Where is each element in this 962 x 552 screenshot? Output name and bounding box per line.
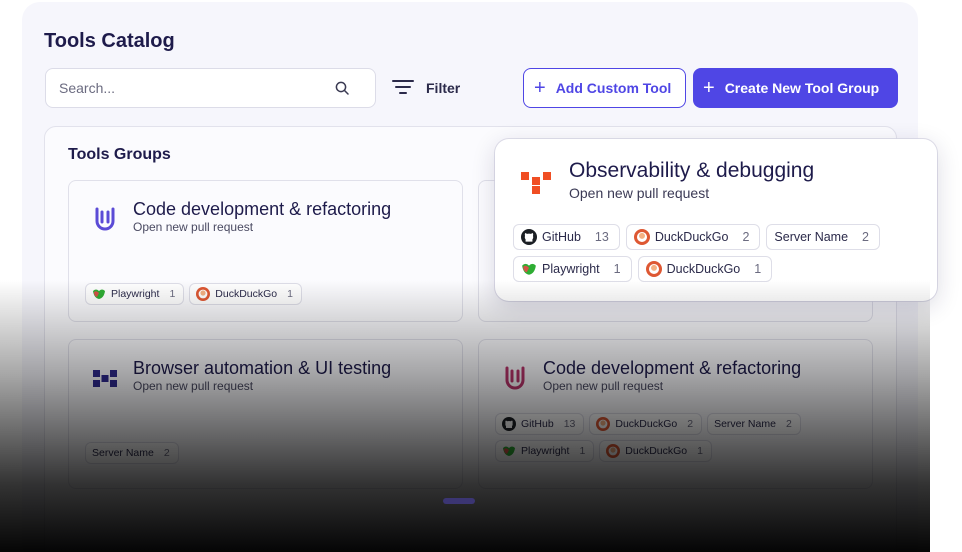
duckduckgo-icon — [633, 229, 650, 245]
search-box[interactable] — [45, 68, 376, 108]
github-icon — [521, 229, 537, 245]
tool-chip-list: Server Name 2 — [85, 442, 179, 464]
tool-chip[interactable]: Playwright 1 — [495, 440, 595, 462]
tool-groups-title: Tools Groups — [68, 146, 171, 163]
tool-chip-name: DuckDuckGo — [215, 288, 278, 300]
tool-chip-count: 2 — [862, 230, 869, 244]
tool-chip-count: 1 — [579, 445, 586, 457]
tool-chip-name: GitHub — [521, 418, 554, 430]
browser-automation-logo-icon — [83, 356, 127, 400]
tool-chip-count: 1 — [613, 262, 621, 276]
tool-chip[interactable]: Server Name 2 — [85, 442, 179, 464]
tools-catalog-screen: Tools Catalog Filter + Add Custom Tool +… — [0, 0, 962, 552]
add-custom-tool-button[interactable]: + Add Custom Tool — [523, 68, 686, 108]
card-subtitle: Open new pull request — [133, 379, 254, 393]
duckduckgo-icon — [645, 261, 662, 277]
tool-chip-name: Server Name — [714, 418, 776, 430]
carousel-indicator[interactable] — [443, 498, 475, 504]
tool-chip[interactable]: Server Name 2 — [707, 413, 801, 435]
tool-chip[interactable]: DuckDuckGo 2 — [589, 413, 703, 435]
tool-chip-name: DuckDuckGo — [654, 230, 729, 244]
code-dev-logo-icon — [83, 197, 127, 241]
tool-chip-count: 1 — [754, 262, 762, 276]
tool-chip-count: 2 — [742, 230, 750, 244]
tool-chip-name: DuckDuckGo — [666, 262, 741, 276]
tool-chip-count: 13 — [563, 418, 576, 430]
tool-chip-count: 2 — [687, 418, 694, 430]
tool-chip-name: Server Name — [774, 230, 849, 244]
filter-icon — [392, 79, 414, 98]
tool-chip-name: Playwright — [542, 262, 600, 276]
observability-logo-icon — [513, 159, 559, 205]
card-title: Code development & refactoring — [543, 358, 802, 378]
tool-chip[interactable]: GitHub 13 — [495, 413, 585, 435]
tool-chip[interactable]: GitHub 13 — [513, 224, 620, 250]
add-custom-tool-label: Add Custom Tool — [555, 80, 672, 96]
tool-chip-count: 1 — [697, 445, 703, 457]
tool-chip-name: DuckDuckGo — [625, 445, 688, 457]
tool-chip-name: DuckDuckGo — [615, 418, 678, 430]
tool-group-card[interactable]: Browser automation & UI testing Open new… — [68, 339, 463, 489]
plus-icon: + — [703, 77, 715, 99]
tool-chip-name: Playwright — [521, 445, 570, 457]
tool-chip[interactable]: Playwright 1 — [85, 283, 185, 305]
filter-button[interactable]: Filter — [392, 68, 460, 108]
tool-chip[interactable]: Playwright 1 — [513, 256, 632, 282]
tool-chip-list: GitHub 13 DuckDuckGo 2 Server Name 2 Pla… — [513, 224, 923, 282]
tool-chip-count: 1 — [169, 288, 176, 300]
tool-chip-name: Playwright — [111, 288, 160, 300]
popup-title: Observability & debugging — [569, 159, 815, 182]
duckduckgo-icon — [196, 287, 211, 301]
create-tool-group-label: Create New Tool Group — [724, 80, 880, 96]
tool-chip-name: GitHub — [542, 230, 581, 244]
tool-chip[interactable]: DuckDuckGo 1 — [637, 256, 773, 282]
tool-chip[interactable]: DuckDuckGo 1 — [189, 283, 302, 305]
github-icon — [502, 417, 516, 431]
playwright-icon — [502, 445, 516, 457]
tool-chip[interactable]: DuckDuckGo 1 — [599, 440, 712, 462]
duckduckgo-icon — [606, 444, 621, 458]
plus-icon: + — [534, 77, 546, 99]
tool-chip-list: GitHub 13 DuckDuckGo 2 Server Name 2 Pla… — [495, 413, 825, 462]
tool-chip-count: 13 — [594, 230, 609, 244]
playwright-icon — [521, 262, 537, 276]
code-dev-logo-icon — [493, 356, 537, 400]
filter-label: Filter — [426, 80, 461, 96]
page-title: Tools Catalog — [44, 30, 175, 52]
tool-chip-count: 2 — [163, 447, 170, 459]
tool-group-card[interactable]: Code development & refactoring Open new … — [478, 339, 873, 489]
card-subtitle: Open new pull request — [133, 220, 254, 234]
tool-chip[interactable]: DuckDuckGo 2 — [625, 224, 761, 250]
tool-group-card[interactable]: Code development & refactoring Open new … — [68, 180, 463, 322]
card-subtitle: Open new pull request — [543, 379, 664, 393]
tool-chip-list: Playwright 1 DuckDuckGo 1 — [85, 283, 302, 305]
tool-chip-count: 2 — [785, 418, 792, 430]
create-tool-group-button[interactable]: + Create New Tool Group — [693, 68, 898, 108]
tool-chip-count: 1 — [287, 288, 293, 300]
card-title: Browser automation & UI testing — [133, 358, 392, 378]
tool-chip[interactable]: Server Name 2 — [766, 224, 880, 250]
search-icon[interactable] — [335, 81, 349, 100]
search-input[interactable] — [46, 69, 316, 107]
tool-chip-name: Server Name — [92, 447, 154, 459]
duckduckgo-icon — [596, 417, 611, 431]
tool-group-popup-card[interactable]: Observability & debugging Open new pull … — [495, 139, 937, 301]
popup-subtitle: Open new pull request — [569, 185, 710, 201]
card-title: Code development & refactoring — [133, 199, 392, 219]
playwright-icon — [92, 288, 106, 300]
